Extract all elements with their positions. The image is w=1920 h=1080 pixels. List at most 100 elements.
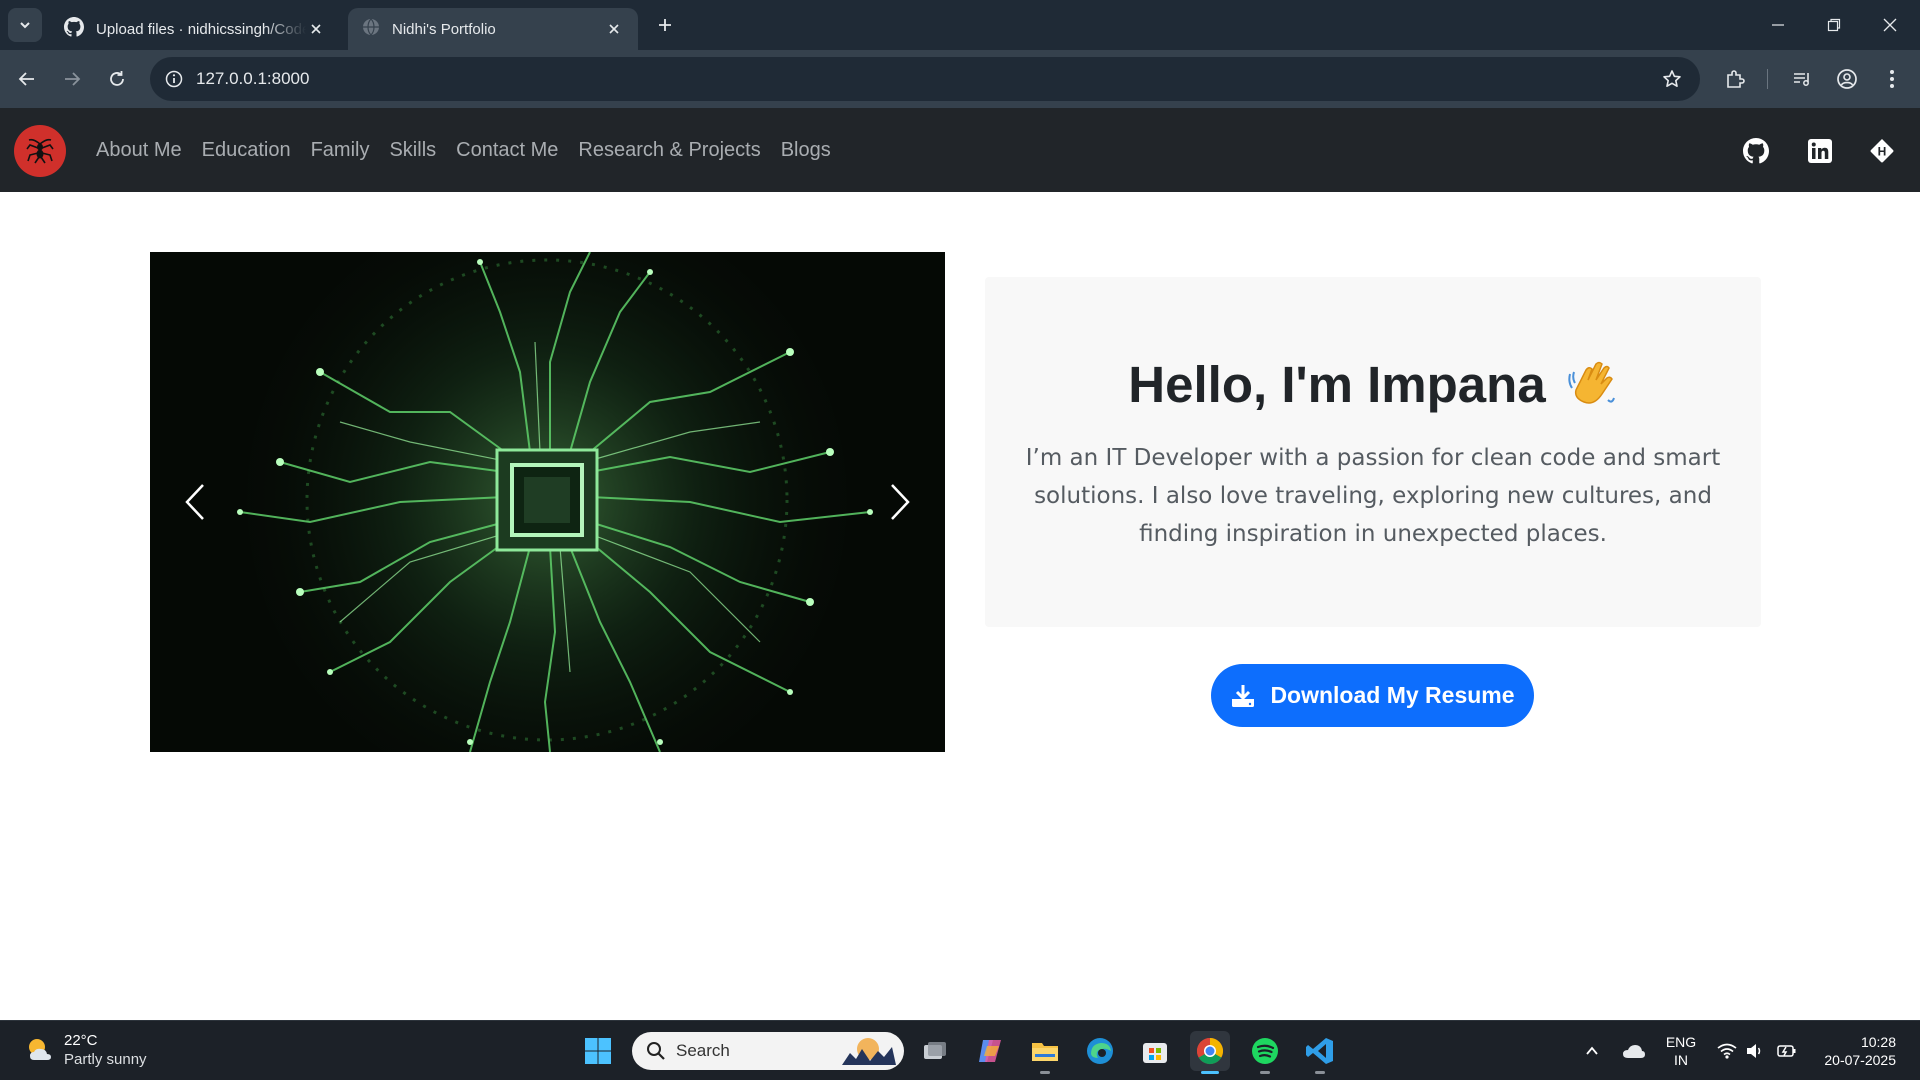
new-tab-button[interactable] bbox=[652, 12, 678, 38]
store-icon bbox=[1143, 1043, 1167, 1063]
globe-icon bbox=[362, 18, 380, 40]
hero-title-row: Hello, I'm Impana bbox=[985, 355, 1761, 422]
input-language-indicator[interactable]: ENG IN bbox=[1664, 1033, 1698, 1069]
extensions-button[interactable] bbox=[1720, 64, 1750, 94]
start-button[interactable] bbox=[578, 1031, 618, 1071]
cloud-icon bbox=[1623, 1045, 1645, 1058]
taskbar-store[interactable] bbox=[1135, 1031, 1175, 1071]
system-clock[interactable]: 10:28 20-07-2025 bbox=[1816, 1033, 1896, 1069]
arrow-left-icon bbox=[18, 72, 34, 86]
weather-temp: 22°C bbox=[64, 1032, 98, 1049]
tab-title: Upload files · nidhicssingh/Code bbox=[96, 20, 306, 38]
bookmark-star-icon[interactable] bbox=[1658, 65, 1686, 93]
download-resume-label: Download My Resume bbox=[1270, 682, 1515, 708]
minimize-icon bbox=[1772, 24, 1784, 26]
battery-charging-icon bbox=[1777, 1045, 1796, 1057]
spider-logo-icon bbox=[26, 138, 54, 164]
weather-widget[interactable]: 22°C Partly sunny bbox=[24, 1031, 147, 1069]
taskbar-search[interactable]: Search bbox=[632, 1032, 904, 1070]
browser-tab-portfolio[interactable]: Nidhi's Portfolio bbox=[348, 8, 638, 50]
close-tab-icon[interactable] bbox=[604, 19, 624, 39]
github-icon[interactable] bbox=[1742, 137, 1770, 165]
close-tab-icon[interactable] bbox=[306, 19, 326, 39]
clock-time: 10:28 bbox=[1860, 1034, 1896, 1050]
windows-icon bbox=[585, 1038, 611, 1064]
hero-title: Hello, I'm Impana bbox=[1128, 356, 1546, 413]
onedrive-tray-icon[interactable] bbox=[1618, 1021, 1650, 1080]
nav-link-blogs[interactable]: Blogs bbox=[771, 139, 841, 162]
profile-button[interactable] bbox=[1832, 64, 1862, 94]
toolbar-divider bbox=[1767, 69, 1768, 89]
clock-date: 20-07-2025 bbox=[1824, 1052, 1896, 1068]
taskbar-vscode[interactable] bbox=[1300, 1031, 1340, 1074]
back-button[interactable] bbox=[12, 64, 42, 94]
more-vertical-icon bbox=[1890, 70, 1894, 88]
tab-title: Nidhi's Portfolio bbox=[392, 20, 496, 38]
chrome-icon bbox=[1196, 1037, 1224, 1065]
waving-hand-icon bbox=[1564, 356, 1618, 422]
carousel-next-button[interactable] bbox=[875, 472, 925, 532]
region-code: IN bbox=[1674, 1052, 1688, 1068]
circuit-chip-image bbox=[150, 252, 945, 752]
linkedin-icon[interactable] bbox=[1806, 137, 1834, 165]
forward-button[interactable] bbox=[57, 64, 87, 94]
nav-link-contact-me[interactable]: Contact Me bbox=[446, 139, 568, 162]
battery-tray-icon[interactable] bbox=[1772, 1021, 1800, 1080]
close-window-button[interactable] bbox=[1862, 0, 1918, 50]
vscode-icon bbox=[1306, 1038, 1333, 1064]
os-taskbar: 22°C Partly sunny Search ENG IN 10:28 20… bbox=[0, 1020, 1920, 1080]
media-controls-button[interactable] bbox=[1787, 64, 1817, 94]
nav-link-education[interactable]: Education bbox=[192, 139, 301, 162]
folder-icon bbox=[1032, 1043, 1058, 1061]
nav-link-about-me[interactable]: About Me bbox=[86, 139, 192, 162]
tab-search-button[interactable] bbox=[8, 8, 42, 42]
chevron-right-icon bbox=[891, 484, 910, 520]
taskbar-copilot[interactable] bbox=[970, 1031, 1010, 1071]
nav-link-family[interactable]: Family bbox=[301, 139, 380, 162]
nav-links: About Me Education Family Skills Contact… bbox=[86, 108, 841, 192]
volume-tray-icon[interactable] bbox=[1742, 1021, 1768, 1080]
taskbar-edge[interactable] bbox=[1080, 1031, 1120, 1071]
taskbar-spotify[interactable] bbox=[1245, 1031, 1285, 1074]
github-icon bbox=[64, 17, 84, 41]
taskbar-chrome[interactable] bbox=[1190, 1031, 1230, 1074]
chevron-up-icon bbox=[1586, 1046, 1598, 1055]
download-resume-button[interactable]: Download My Resume bbox=[1211, 664, 1534, 727]
taskbar-task-view[interactable] bbox=[915, 1031, 955, 1071]
address-bar[interactable]: 127.0.0.1:8000 bbox=[150, 57, 1700, 101]
hero-description: I’m an IT Developer with a passion for c… bbox=[1025, 445, 1721, 547]
browser-tab-strip: Upload files · nidhicssingh/Code Nidhi's… bbox=[0, 0, 1920, 50]
restore-button[interactable] bbox=[1806, 0, 1862, 50]
account-icon bbox=[1837, 69, 1857, 89]
wifi-tray-icon[interactable] bbox=[1714, 1021, 1740, 1080]
copilot-icon bbox=[979, 1040, 1001, 1062]
brand-logo[interactable] bbox=[14, 125, 66, 177]
hero-card: Hello, I'm Impana I’m an IT Developer wi… bbox=[985, 277, 1761, 627]
search-highlight-icon bbox=[842, 1038, 896, 1065]
arrow-right-icon bbox=[65, 72, 81, 86]
svg-text:H: H bbox=[1878, 145, 1887, 159]
chevron-left-icon bbox=[185, 484, 204, 520]
reload-button[interactable] bbox=[102, 64, 132, 94]
search-label: Search bbox=[676, 1041, 730, 1060]
speaker-icon bbox=[1747, 1044, 1761, 1058]
browser-tab-upload-files[interactable]: Upload files · nidhicssingh/Code bbox=[50, 8, 340, 50]
hashnode-icon[interactable]: H bbox=[1868, 137, 1896, 165]
minimize-button[interactable] bbox=[1750, 0, 1806, 50]
puzzle-icon bbox=[1727, 70, 1745, 88]
reload-icon bbox=[110, 71, 124, 86]
browser-menu-button[interactable] bbox=[1877, 64, 1907, 94]
nav-link-research-projects[interactable]: Research & Projects bbox=[568, 139, 770, 162]
close-icon bbox=[1883, 18, 1897, 32]
language-code: ENG bbox=[1665, 1034, 1697, 1050]
nav-link-skills[interactable]: Skills bbox=[379, 139, 446, 162]
carousel-prev-button[interactable] bbox=[170, 472, 220, 532]
image-carousel bbox=[150, 252, 945, 752]
edge-icon bbox=[1087, 1038, 1113, 1064]
search-icon bbox=[647, 1042, 665, 1060]
taskbar-file-explorer[interactable] bbox=[1025, 1031, 1065, 1074]
url-text: 127.0.0.1:8000 bbox=[196, 69, 310, 88]
site-navbar: About Me Education Family Skills Contact… bbox=[0, 108, 1920, 192]
tray-overflow-button[interactable] bbox=[1578, 1021, 1606, 1080]
site-info-icon[interactable] bbox=[160, 65, 188, 93]
